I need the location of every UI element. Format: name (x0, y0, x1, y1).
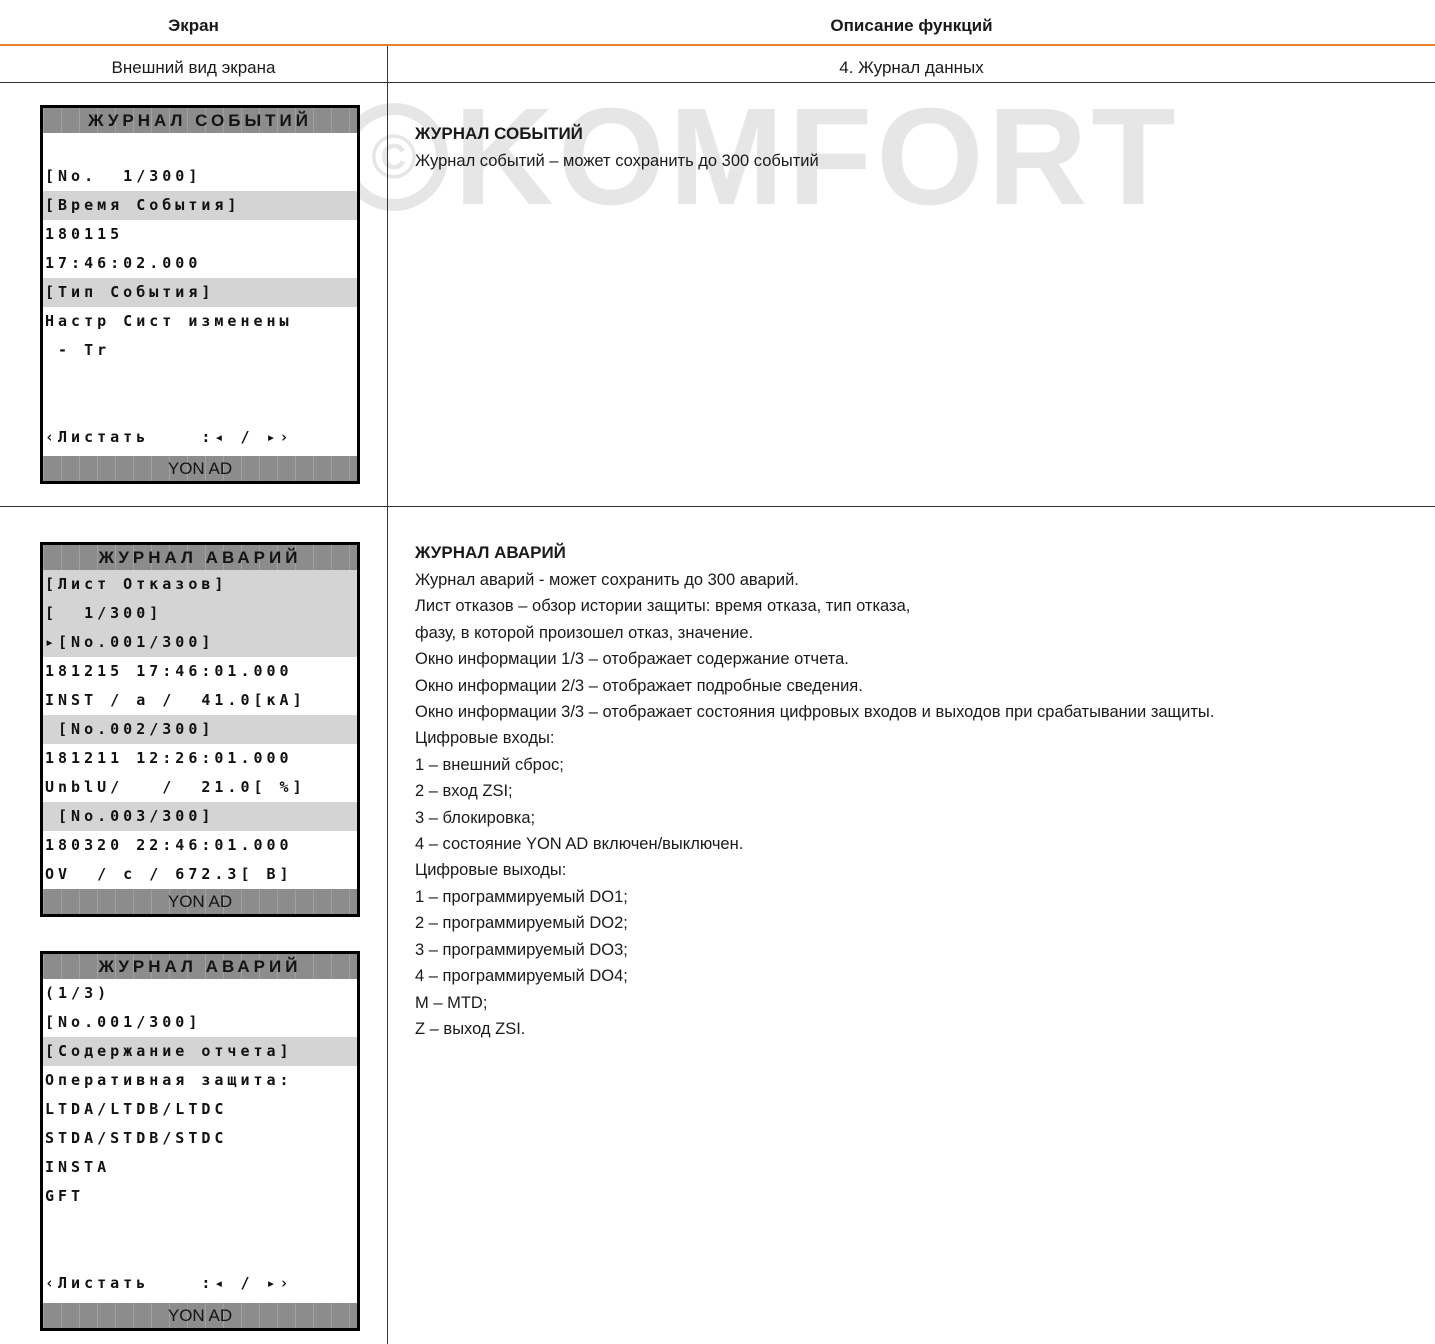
subheader-desc-col: 4. Журнал данных (839, 58, 984, 77)
lcd-footer: YON AD (43, 889, 357, 914)
desc-line: фазу, в которой произошел отказ, значени… (415, 623, 754, 642)
lcd-row: 181215 17:46:01.000 (45, 662, 293, 680)
lcd-row: [ 1/300] (43, 599, 357, 628)
lcd-row: OV / c / 672.3[ B] (45, 865, 293, 883)
lcd-row: STDA/STDB/STDC (45, 1129, 228, 1147)
lcd-row: INST / a / 41.0[кA] (45, 691, 306, 709)
lcd-row (43, 1211, 357, 1240)
desc-line: Окно информации 3/3 – отображает состоян… (415, 703, 1215, 722)
lcd-row: GFT (45, 1187, 85, 1205)
lcd-row: (1/3) (45, 984, 111, 1002)
desc-line: Окно информации 2/3 – отображает подробн… (415, 676, 863, 695)
lcd-footer: YON AD (43, 456, 357, 481)
subheader-screen-col: Внешний вид экрана (111, 58, 276, 77)
lcd-row: [No. 1/300] (45, 167, 202, 185)
lcd-title: ЖУРНАЛ СОБЫТИЙ (43, 108, 357, 133)
lcd-row: INSTA (45, 1158, 111, 1176)
desc-line: 2 – программируемый DO2; (415, 914, 628, 933)
desc-title: ЖУРНАЛ АВАРИЙ (415, 543, 566, 562)
column-divider (387, 46, 388, 1344)
lcd-row: 17:46:02.000 (45, 254, 202, 272)
desc-fault-log: ЖУРНАЛ АВАРИЙ Журнал аварий - может сохр… (415, 539, 1214, 1042)
lcd-row: LTDA/LTDB/LTDC (45, 1100, 228, 1118)
desc-event-log: ЖУРНАЛ СОБЫТИЙ Журнал событий – может со… (415, 120, 819, 174)
table-header: Экран Описание функций (0, 0, 1435, 46)
lcd-row: ‹Листать :◂ / ▸› (45, 428, 293, 446)
desc-line: 4 – программируемый DO4; (415, 967, 628, 986)
desc-line: Z – выход ZSI. (415, 1019, 526, 1038)
lcd-title: ЖУРНАЛ АВАРИЙ (43, 954, 357, 979)
lcd-footer: YON AD (43, 1303, 357, 1328)
lcd-row: [Тип События] (43, 278, 357, 307)
lcd-row: ‹Листать :◂ / ▸› (45, 1274, 293, 1292)
desc-line: Лист отказов – обзор истории защиты: вре… (415, 597, 911, 616)
lcd-row: UnblU/ / 21.0[ %] (45, 778, 306, 796)
lcd-row: 181211 12:26:01.000 (45, 749, 293, 767)
desc-line: Журнал аварий - может сохранить до 300 а… (415, 571, 799, 589)
desc-line: M – MTD; (415, 993, 488, 1012)
desc-line: 3 – программируемый DO3; (415, 940, 628, 959)
desc-line: 1 – внешний сброс; (415, 755, 564, 774)
lcd-title: ЖУРНАЛ АВАРИЙ (43, 545, 357, 570)
desc-line: Цифровые выходы: (415, 861, 567, 880)
lcd-row: - Tr (45, 341, 111, 359)
desc-line: 2 – вход ZSI; (415, 782, 513, 801)
header-screen-col: Экран (168, 16, 219, 35)
lcd-row: 180320 22:46:01.000 (45, 836, 293, 854)
desc-line: 3 – блокировка; (415, 808, 536, 827)
lcd-row: Настр Сист изменены (45, 312, 293, 330)
header-desc-col: Описание функций (830, 16, 993, 35)
lcd-row: [No.001/300] (45, 1013, 202, 1031)
row-divider (0, 506, 1435, 507)
desc-line: Цифровые входы: (415, 729, 555, 748)
lcd-row: 180115 (45, 225, 124, 243)
lcd-row (43, 133, 357, 162)
lcd-row (43, 1240, 357, 1269)
lcd-row: [No.003/300] (43, 802, 357, 831)
lcd-screen-fault-detail: ЖУРНАЛ АВАРИЙ (1/3) [No.001/300] [Содержан… (40, 951, 360, 1331)
lcd-row: Оперативная защита: (45, 1071, 293, 1089)
lcd-screen-fault-list: ЖУРНАЛ АВАРИЙ [Лист Отказов][ 1/300] ▸[No… (40, 542, 360, 917)
lcd-screen-event-log: ЖУРНАЛ СОБЫТИЙ [No. 1/300] [Время События… (40, 105, 360, 484)
desc-title: ЖУРНАЛ СОБЫТИЙ (415, 124, 583, 143)
desc-line: Журнал событий – может сохранить до 300 … (415, 152, 819, 170)
lcd-row: [No.002/300] (43, 715, 357, 744)
lcd-row: [Содержание отчета] (43, 1037, 357, 1066)
lcd-row (43, 394, 357, 423)
lcd-row: [Лист Отказов] (43, 570, 357, 599)
table-subheader: Внешний вид экрана 4. Журнал данных (0, 46, 1435, 83)
desc-line: 4 – состояние YON AD включен/выключен. (415, 835, 744, 854)
desc-line: Окно информации 1/3 – отображает содержа… (415, 650, 849, 669)
lcd-row (43, 365, 357, 394)
lcd-row: [Время События] (43, 191, 357, 220)
desc-line: 1 – программируемый DO1; (415, 887, 628, 906)
lcd-row: ▸[No.001/300] (43, 628, 357, 657)
